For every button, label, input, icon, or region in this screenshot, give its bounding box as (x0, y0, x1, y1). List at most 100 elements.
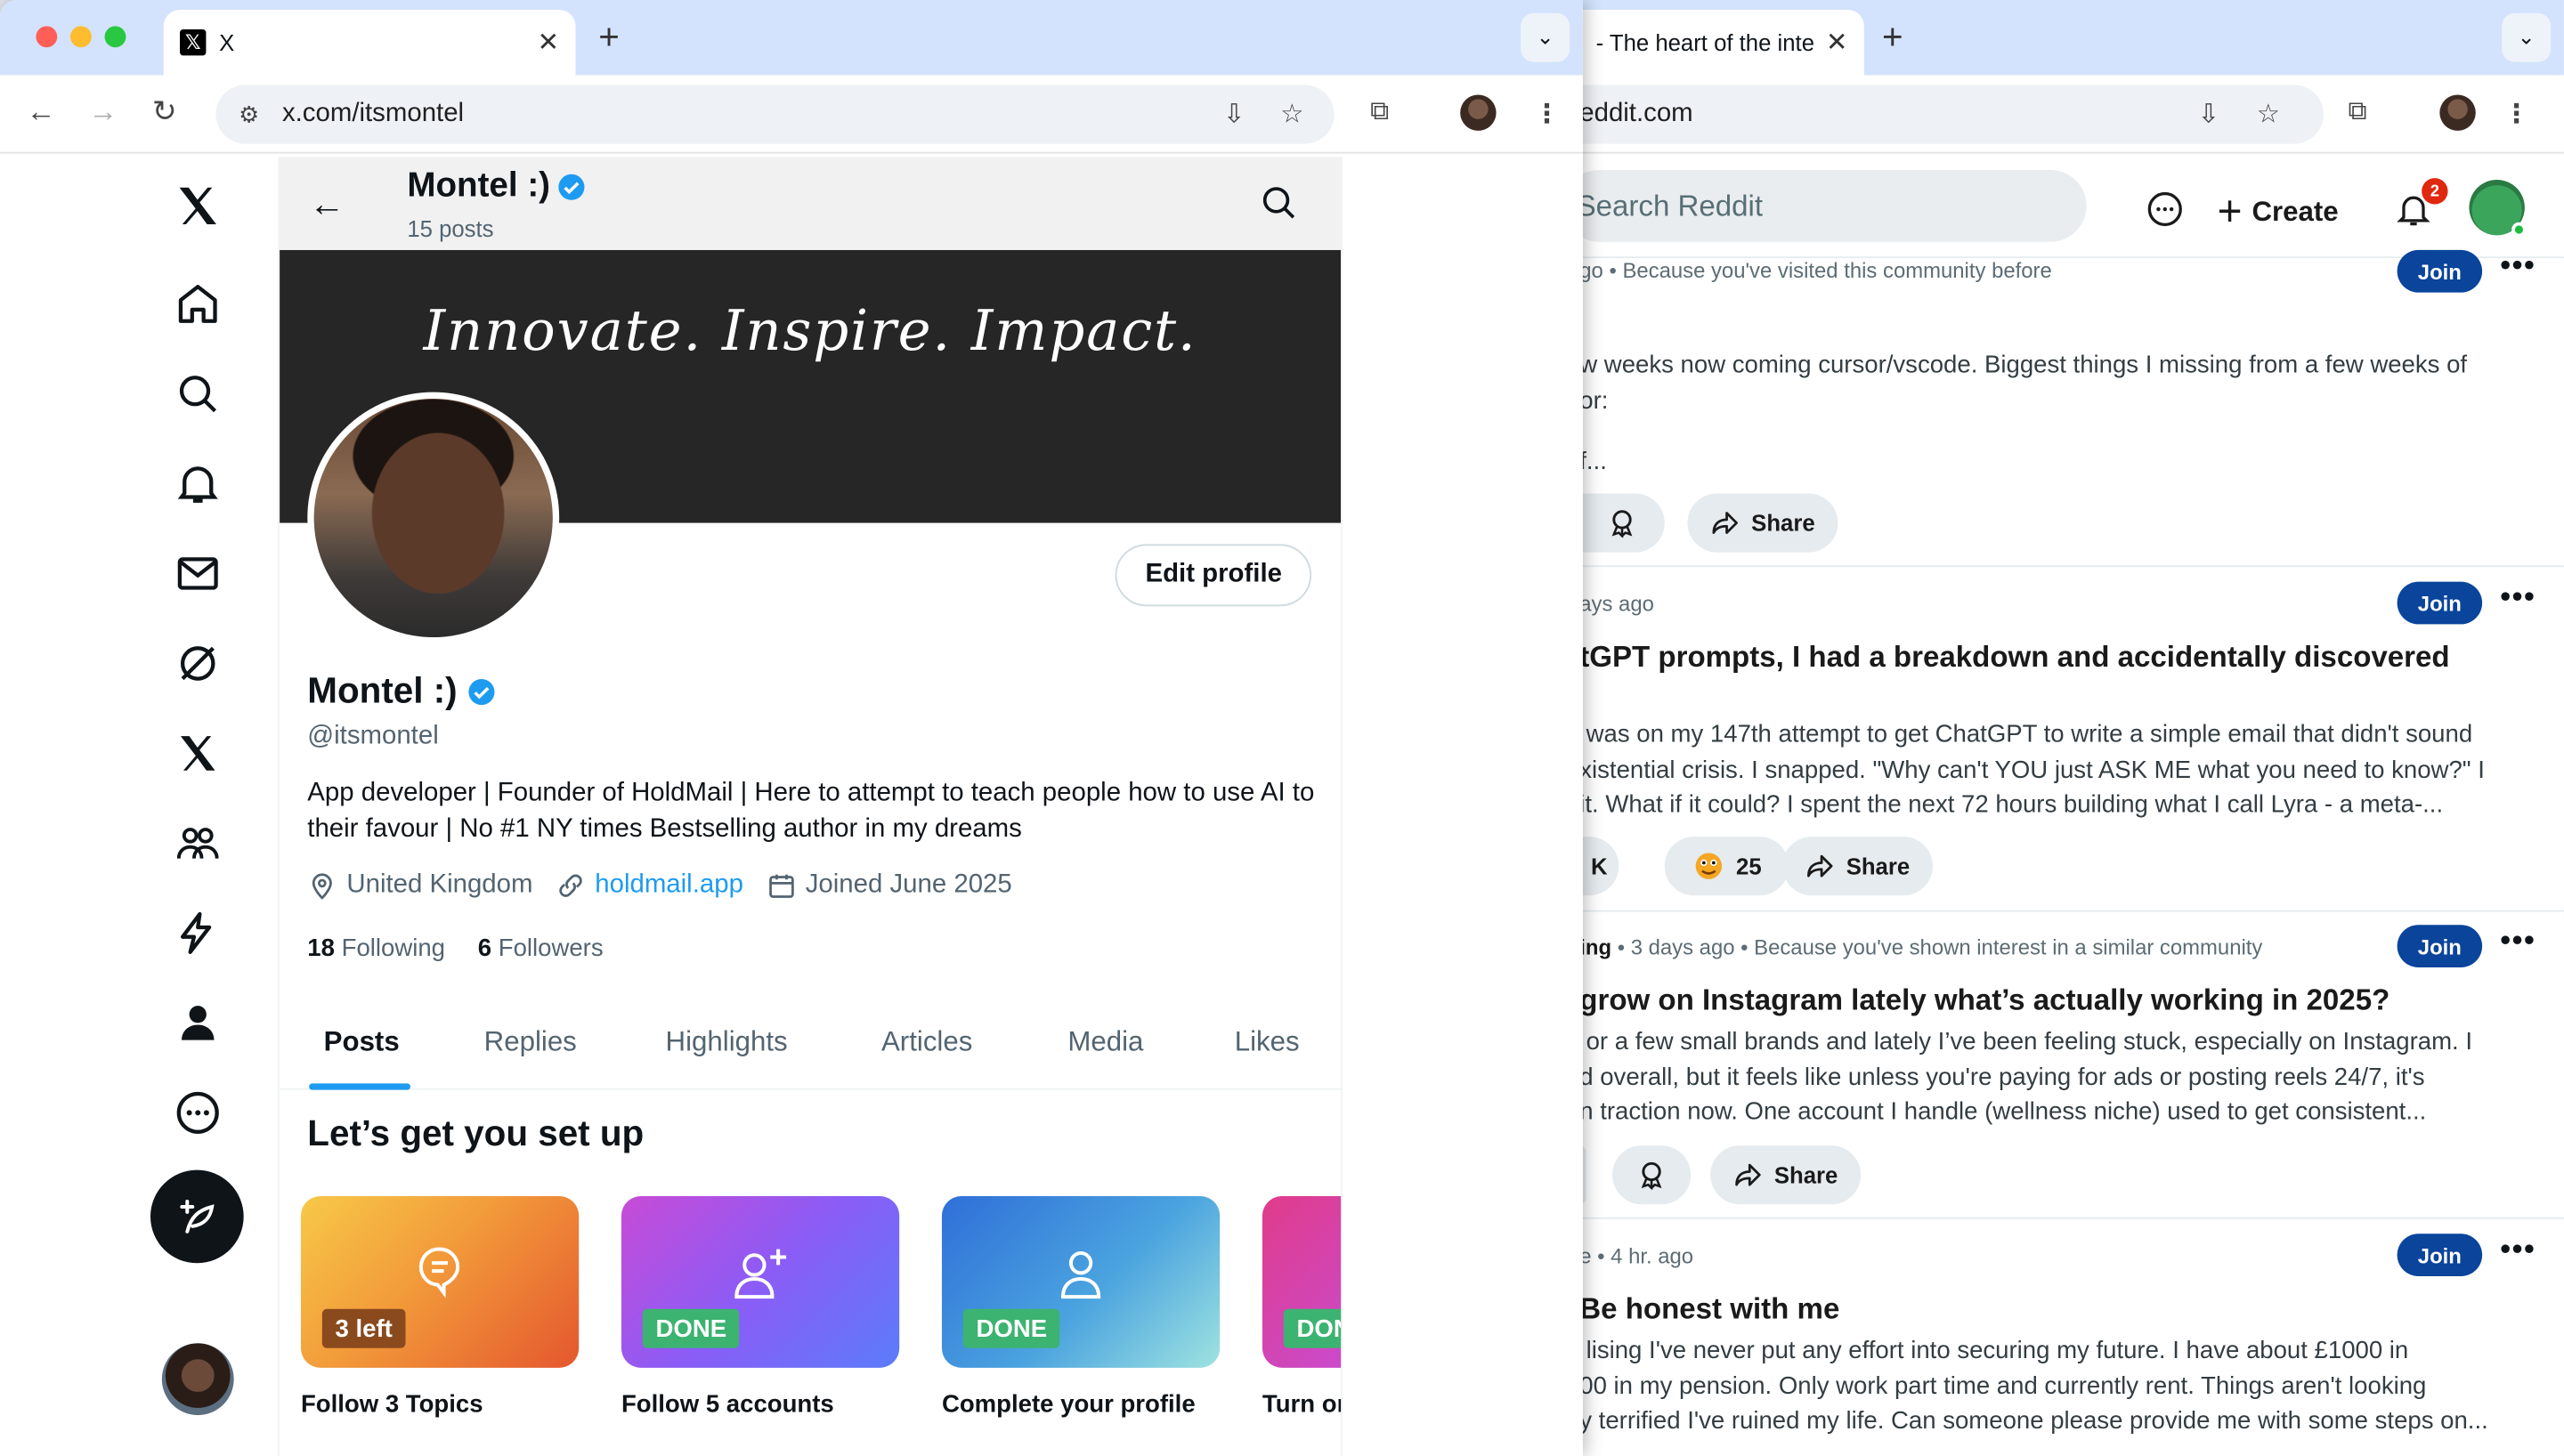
verified-badge-icon (467, 678, 494, 705)
new-tab-icon[interactable]: + (1882, 16, 1903, 59)
x-favicon-icon: 𝕏 (180, 29, 207, 56)
explore-search-icon[interactable] (150, 361, 246, 426)
setup-card-notifications[interactable]: DON (1262, 1196, 1342, 1368)
tab-strip: - The heart of the inte ✕ + ⌄ (1579, 0, 2564, 76)
close-tab-icon[interactable]: ✕ (1826, 26, 1848, 59)
share-button[interactable]: Share (1710, 1145, 1862, 1205)
notifications-bell-icon[interactable] (150, 451, 246, 516)
more-circle-icon[interactable] (150, 1080, 246, 1145)
back-arrow-icon[interactable]: ← (309, 183, 345, 226)
communities-icon[interactable] (150, 811, 246, 876)
post-meta: ays ago (1579, 591, 1654, 617)
profile-handle: @itsmontel (307, 722, 439, 750)
profile-bio: App developer | Founder of HoldMail | He… (307, 779, 1315, 844)
extensions-icon[interactable]: ⧉ (2349, 98, 2367, 127)
bookmark-star-icon[interactable]: ☆ (2257, 98, 2280, 131)
more-options-icon[interactable]: ••• (2500, 1232, 2536, 1266)
reddit-search-input[interactable]: Search Reddit (1579, 169, 2087, 242)
account-avatar[interactable] (161, 1343, 234, 1416)
chat-icon[interactable] (2146, 190, 2185, 229)
person-icon (1060, 1251, 1101, 1299)
more-options-icon[interactable]: ••• (2500, 923, 2536, 958)
address-bar[interactable]: ⚙ x.com/itsmontel (215, 85, 1335, 144)
setup-card-accounts[interactable]: DONE (621, 1196, 900, 1368)
chrome-profile-avatar[interactable] (1460, 94, 1497, 131)
tab-posts[interactable]: Posts (324, 1026, 400, 1059)
reload-icon[interactable]: ↻ (152, 94, 177, 129)
chrome-profile-avatar[interactable] (2439, 94, 2476, 131)
join-button[interactable]: Join (2397, 925, 2483, 967)
window-controls (36, 26, 126, 48)
edit-profile-button[interactable]: Edit profile (1116, 544, 1312, 607)
post-title[interactable]: grow on Instagram lately what’s actually… (1579, 983, 2390, 1018)
setup-card-topics[interactable]: 3 left (300, 1196, 580, 1368)
close-tab-icon[interactable]: ✕ (538, 26, 560, 59)
award-button[interactable]: 25 (1664, 837, 1789, 896)
install-icon[interactable]: ⇩ (1223, 98, 1245, 131)
site-settings-icon[interactable]: ⚙ (239, 101, 259, 128)
premium-x-icon[interactable] (150, 721, 246, 786)
extensions-icon[interactable]: ⧉ (1370, 98, 1389, 127)
followers-link[interactable]: 6 Followers (478, 934, 604, 962)
tab-x[interactable]: 𝕏 X ✕ (163, 10, 576, 76)
card-badge: DON (1283, 1308, 1342, 1348)
tab-likes[interactable]: Likes (1235, 1026, 1300, 1059)
post-divider (1579, 565, 2564, 568)
award-button[interactable] (1579, 493, 1665, 553)
home-icon[interactable] (150, 271, 246, 336)
post-title[interactable]: Be honest with me (1579, 1292, 1839, 1327)
profile-person-icon[interactable] (150, 991, 246, 1056)
tab-replies[interactable]: Replies (484, 1026, 577, 1059)
create-label: Create (2252, 195, 2339, 227)
website-item[interactable]: holdmail.app (556, 871, 743, 901)
join-button[interactable]: Join (2397, 249, 2483, 293)
create-post-button[interactable]: + Create (2218, 186, 2339, 237)
messages-envelope-icon[interactable] (150, 541, 246, 606)
follow-stats: 18 Following 6 Followers (307, 934, 603, 962)
url-text: eddit.com (1579, 100, 1693, 128)
tab-search-chevron-icon[interactable]: ⌄ (1521, 12, 1570, 62)
chrome-menu-icon[interactable]: ⋮ (1534, 98, 1560, 131)
tab-reddit[interactable]: - The heart of the inte ✕ (1579, 10, 1864, 76)
online-status-dot (2511, 222, 2527, 238)
x-logo-icon[interactable] (150, 174, 246, 239)
award-button[interactable] (1611, 1145, 1692, 1205)
profile-avatar[interactable] (307, 392, 560, 644)
bookmark-star-icon[interactable]: ☆ (1280, 98, 1303, 131)
join-button[interactable]: Join (2397, 1234, 2483, 1276)
install-icon[interactable]: ⇩ (2198, 98, 2220, 131)
share-icon (1735, 1163, 1761, 1186)
tab-media[interactable]: Media (1067, 1026, 1143, 1059)
more-options-icon[interactable]: ••• (2500, 248, 2536, 283)
compose-post-button[interactable] (150, 1169, 244, 1264)
browser-toolbar: ← → ↻ ⚙ x.com/itsmontel ⇩ ☆ ⧉ ⋮ (0, 75, 1583, 154)
new-tab-icon[interactable]: + (598, 16, 620, 59)
close-window-button[interactable] (36, 26, 58, 48)
lightning-verified-orgs-icon[interactable] (150, 901, 246, 966)
tab-highlights[interactable]: Highlights (666, 1026, 788, 1059)
share-button[interactable]: Share (1782, 837, 1933, 896)
post-body: or a few small brands and lately I’ve be… (1579, 1027, 2473, 1127)
tab-articles[interactable]: Articles (881, 1026, 972, 1059)
chrome-menu-icon[interactable]: ⋮ (2503, 98, 2529, 131)
profile-tabs: Posts Replies Highlights Articles Media … (280, 1010, 1342, 1090)
search-icon[interactable] (1259, 183, 1298, 222)
forward-arrow-icon[interactable]: → (88, 94, 118, 129)
setup-card-profile[interactable]: DONE (941, 1196, 1221, 1368)
banner-text: Innovate. Inspire. Impact. (423, 299, 1197, 365)
back-arrow-icon[interactable]: ← (26, 94, 55, 129)
tab-search-chevron-icon[interactable]: ⌄ (2502, 12, 2552, 62)
vote-button[interactable]: K (1579, 837, 1619, 896)
feather-plus-icon (179, 1199, 214, 1233)
share-button[interactable]: Share (1687, 493, 1838, 553)
more-options-icon[interactable]: ••• (2500, 580, 2536, 615)
minimize-window-button[interactable] (69, 26, 92, 48)
location-item: United Kingdom (307, 871, 532, 901)
website-link[interactable]: holdmail.app (595, 871, 743, 901)
post-title[interactable]: tGPT prompts, I had a breakdown and acci… (1579, 641, 2449, 675)
following-link[interactable]: 18 Following (307, 934, 445, 962)
join-button[interactable]: Join (2397, 581, 2483, 625)
grok-icon[interactable] (150, 631, 246, 696)
header-name: Montel :) (407, 166, 588, 206)
maximize-window-button[interactable] (104, 26, 126, 48)
